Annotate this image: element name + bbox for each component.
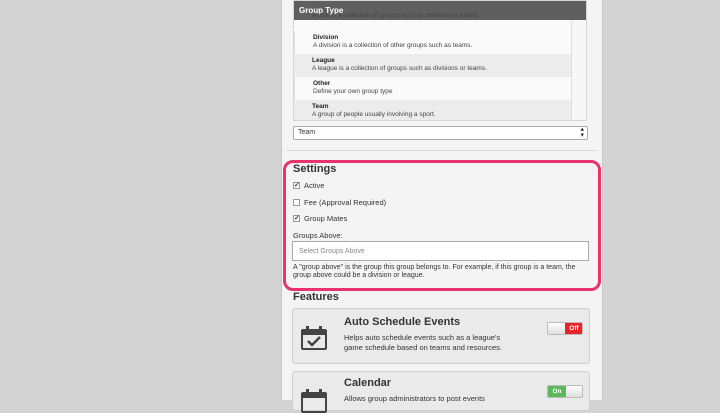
option-description: A division is a collection of other grou…: [313, 42, 473, 49]
feature-auto-schedule: Auto Schedule Events Helps auto schedule…: [292, 308, 590, 364]
calendar-check-icon: [301, 326, 327, 350]
toggle-state-label: Off: [565, 323, 582, 334]
feature-title: Auto Schedule Events: [344, 316, 461, 328]
group-mates-label: Group Mates: [304, 214, 348, 223]
active-label: Active: [304, 181, 325, 190]
toggle-knob: [548, 323, 566, 334]
settings-title: Settings: [293, 163, 337, 175]
group-type-select[interactable]: Team ▴ ▾: [293, 126, 588, 140]
feature-description: Helps auto schedule events such as a lea…: [344, 333, 503, 352]
group-type-table: Group Type A club is a collection of gro…: [293, 0, 587, 121]
group-type-scrollbar[interactable]: [571, 20, 586, 120]
option-description: Define your own group type: [313, 88, 393, 95]
feature-title: Calendar: [344, 377, 392, 389]
fee-label: Fee (Approval Required): [304, 198, 387, 207]
group-type-option-other[interactable]: Other Define your own group type: [294, 77, 572, 100]
groups-above-help: A "group above" is the group this group …: [293, 264, 576, 279]
groups-above-label: Groups Above:: [293, 231, 343, 240]
auto-schedule-toggle[interactable]: Off: [547, 322, 583, 335]
group-type-option-division[interactable]: Division A division is a collection of o…: [294, 31, 572, 54]
option-description: A league is a collection of groups such …: [312, 65, 487, 72]
toggle-state-label: On: [548, 386, 566, 397]
group-type-option-club[interactable]: A club is a collection of groups such as…: [294, 10, 572, 33]
option-description: A group of people usually involving a sp…: [312, 111, 436, 118]
features-title: Features: [293, 291, 339, 303]
group-mates-checkbox[interactable]: ✓: [293, 215, 300, 222]
option-name: League: [312, 57, 335, 64]
toggle-knob: [566, 386, 582, 397]
active-checkbox[interactable]: ✓: [293, 182, 300, 189]
option-description: A club is a collection of groups such as…: [312, 12, 480, 19]
calendar-toggle[interactable]: On: [547, 385, 583, 398]
calendar-icon: [301, 389, 327, 413]
select-arrows-icon: ▴ ▾: [580, 126, 584, 139]
group-type-select-value: Team: [298, 129, 316, 136]
option-name: Team: [312, 103, 329, 110]
feature-description: Allows group administrators to post even…: [344, 394, 485, 403]
fee-checkbox[interactable]: [293, 199, 300, 206]
option-name: Other: [313, 80, 331, 87]
groups-above-input[interactable]: Select Groups Above: [292, 241, 589, 261]
section-divider: [287, 150, 597, 151]
option-name: Division: [313, 34, 339, 41]
group-type-option-team[interactable]: Team A group of people usually involving…: [294, 100, 572, 120]
group-type-option-league[interactable]: League A league is a collection of group…: [294, 54, 572, 77]
feature-calendar: Calendar Allows group administrators to …: [292, 371, 590, 413]
